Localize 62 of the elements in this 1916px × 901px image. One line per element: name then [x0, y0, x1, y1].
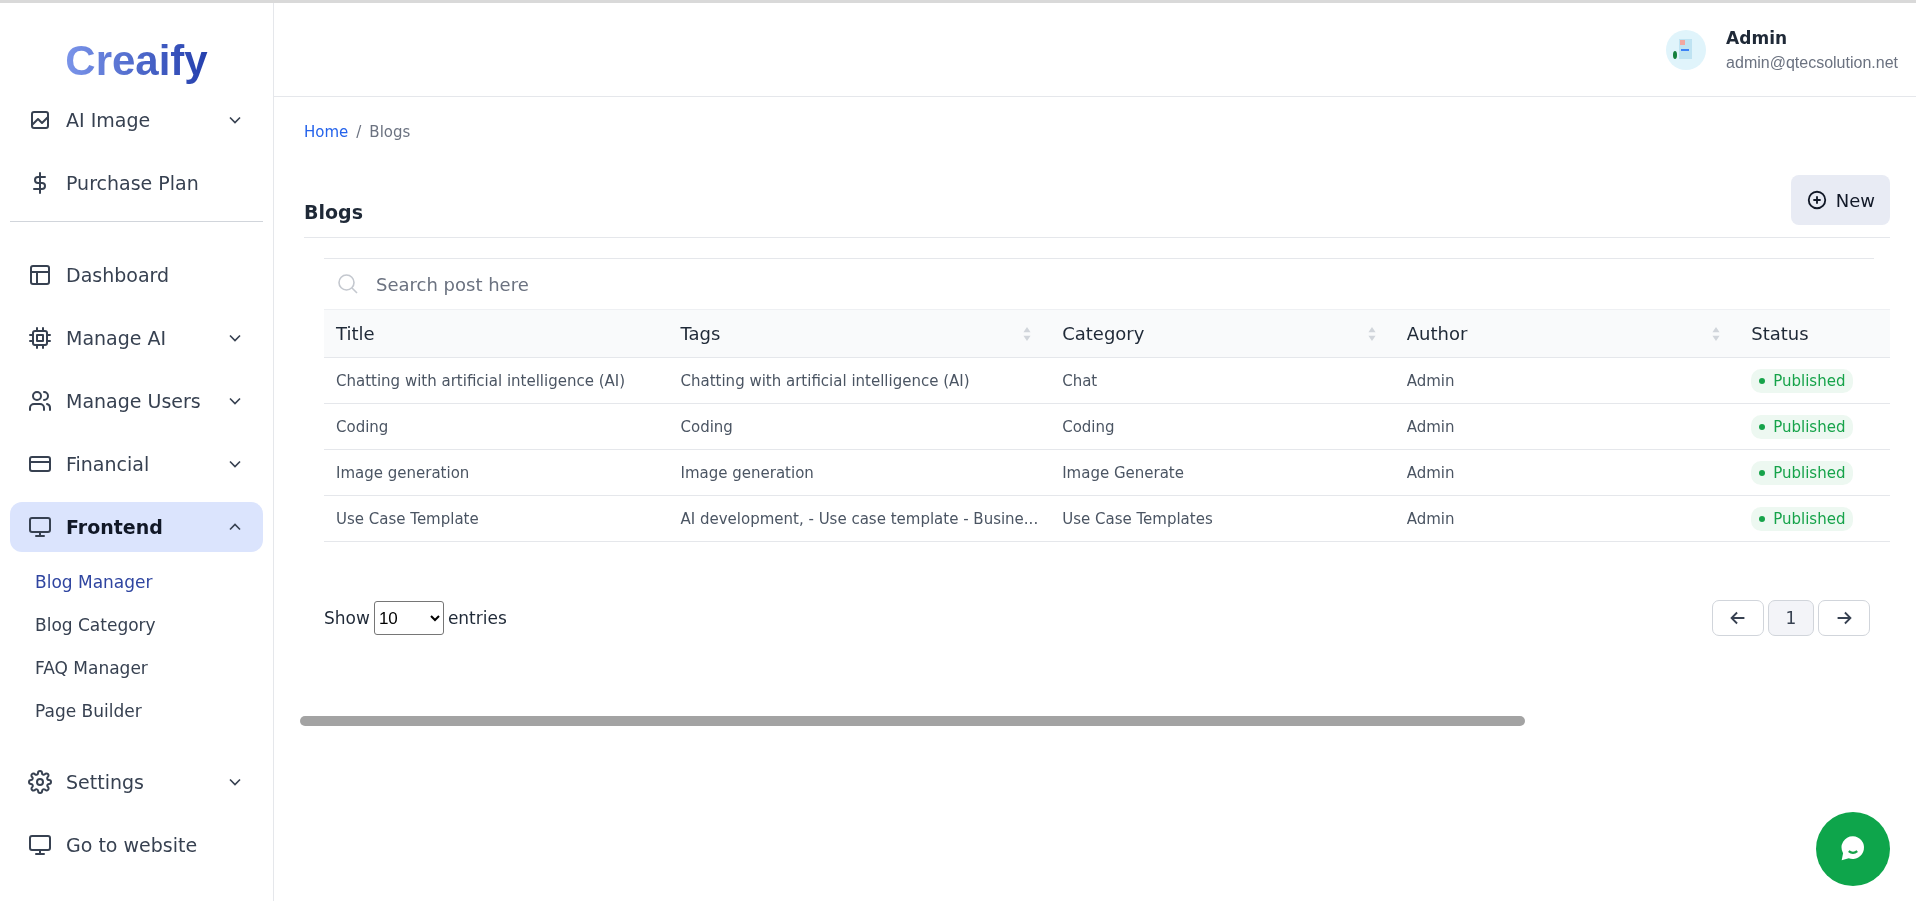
column-header[interactable]: Status [1739, 309, 1890, 358]
column-header[interactable]: Tags [668, 309, 1051, 358]
nav-item[interactable]: Dashboard [10, 250, 263, 300]
status-badge: Published [1751, 460, 1854, 485]
table-cell: Admin [1406, 371, 1455, 390]
page-button[interactable]: 1 [1768, 600, 1814, 636]
table-cell: Chatting with artificial intelligence (AI) [336, 371, 626, 390]
table-cell: Image Generate [1062, 463, 1184, 482]
table-cell: Coding [336, 417, 389, 436]
plus-circle-icon [1805, 189, 1828, 211]
avatar-icon [1666, 29, 1707, 70]
show-label: Show [324, 608, 370, 628]
user-email: admin@qtecsolution.net [1726, 53, 1898, 72]
status-badge: Published [1751, 506, 1854, 531]
settings-icon [28, 770, 52, 794]
breadcrumb-link[interactable]: Home [304, 123, 349, 141]
table-cell: Use Case Template [336, 509, 479, 528]
nav-item[interactable]: Financial [10, 439, 263, 489]
submenu-item[interactable]: Blog Category [35, 604, 263, 647]
table-cell: Chatting with artificial intelligence (AI) [680, 371, 970, 390]
entries-select[interactable]: 10 [373, 601, 444, 635]
user-name: Admin [1726, 27, 1789, 48]
page-title: Blogs [304, 201, 363, 223]
table-cell: Coding [1062, 417, 1115, 436]
table-cell: Admin [1406, 509, 1455, 528]
table-cell: AI development, - Use case template - Busine... [680, 509, 1039, 528]
nav-item[interactable]: Settings [10, 757, 263, 807]
submenu-item[interactable]: Blog Manager [35, 561, 263, 604]
column-header[interactable]: Author [1394, 309, 1740, 358]
search-icon [336, 272, 360, 296]
monitor-icon [28, 833, 52, 857]
image-icon [28, 108, 52, 132]
monitor-icon [28, 515, 52, 539]
entries-label: entries [447, 608, 507, 628]
users-icon [28, 389, 52, 413]
table-cell: Admin [1406, 417, 1455, 436]
nav-item[interactable]: Frontend [10, 502, 263, 552]
table-cell: Coding [680, 417, 733, 436]
nav-item[interactable]: Manage AI [10, 313, 263, 363]
breadcrumb-current: Blogs [369, 123, 411, 141]
nav-item[interactable]: Go to website [10, 820, 263, 870]
table-cell: Chat [1062, 371, 1098, 390]
status-badge: Published [1751, 414, 1854, 439]
breadcrumb-separator: / [356, 123, 362, 141]
submenu-item[interactable]: Page Builder [35, 690, 263, 733]
table-cell: Image generation [680, 463, 814, 482]
new-button[interactable]: New [1790, 175, 1890, 225]
column-header[interactable]: Title [324, 309, 669, 358]
table-cell: Image generation [336, 463, 470, 482]
table-cell: Admin [1406, 463, 1455, 482]
nav-item[interactable]: Manage Users [10, 376, 263, 426]
submenu-item[interactable]: FAQ Manager [35, 647, 263, 690]
status-badge: Published [1751, 368, 1854, 393]
chip-icon [28, 326, 52, 350]
nav-item[interactable]: AI Image [10, 95, 263, 145]
column-header[interactable]: Category [1050, 309, 1395, 358]
previous-page-button[interactable] [1712, 600, 1764, 636]
next-page-button[interactable] [1818, 600, 1870, 636]
layout-icon [28, 263, 52, 287]
nav-item[interactable]: Purchase Plan [10, 158, 263, 208]
horizontal-scrollbar[interactable] [300, 716, 1525, 726]
table-cell: Use Case Templates [1062, 509, 1213, 528]
